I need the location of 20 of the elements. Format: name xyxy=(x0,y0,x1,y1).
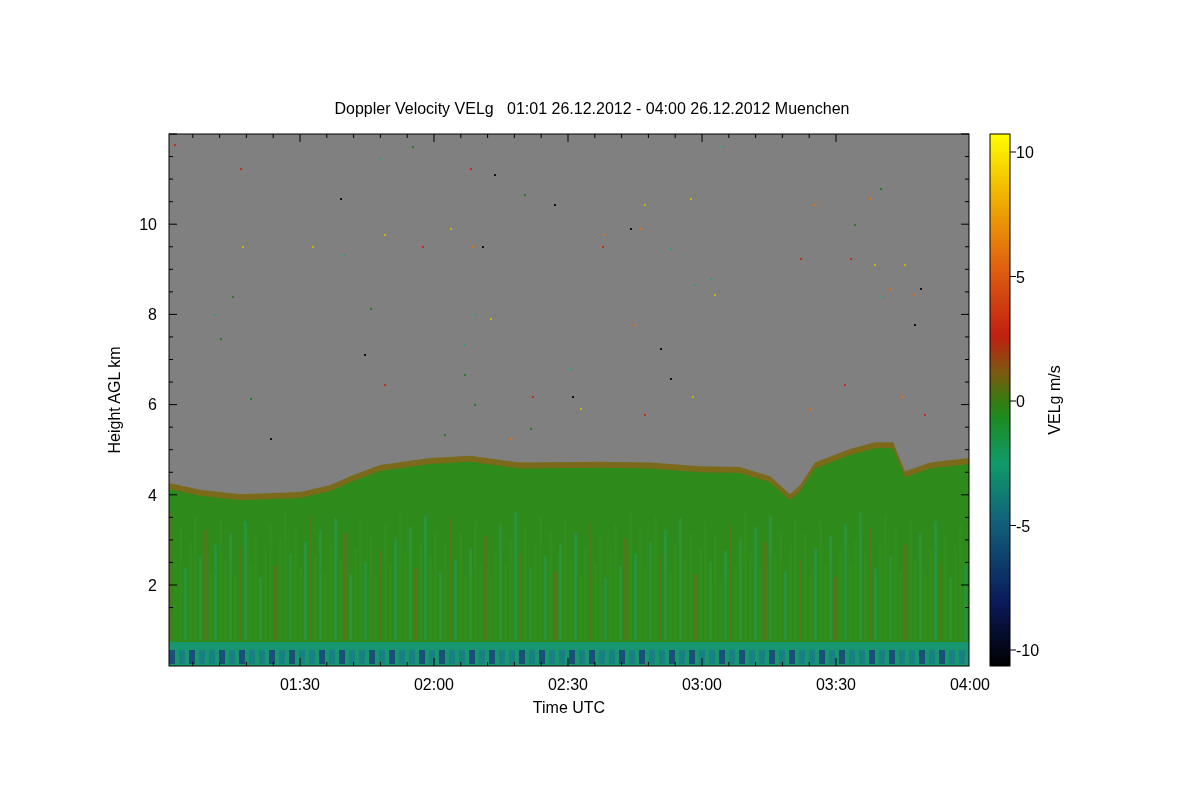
x-tick-label: 03:00 xyxy=(682,676,722,693)
x-tick-label: 04:00 xyxy=(950,676,990,693)
y-tick-label: 6 xyxy=(148,396,157,414)
colorbar-tick-label: -10 xyxy=(1016,642,1040,659)
colorbar-tick-label: 10 xyxy=(1016,144,1034,161)
colorbar-tick-label: 0 xyxy=(1016,393,1025,410)
colorbar-tick-label: 5 xyxy=(1016,268,1025,286)
y-tick-label: 2 xyxy=(148,576,157,594)
colorbar-tick-label: -5 xyxy=(1016,517,1031,535)
x-tick-label: 01:30 xyxy=(280,676,320,693)
colorbar-label: VELg m/s xyxy=(1046,365,1063,435)
x-tick-label: 02:00 xyxy=(414,676,454,693)
y-tick-label: 10 xyxy=(139,216,157,233)
y-tick-label: 8 xyxy=(148,306,157,324)
y-axis-label: Height AGL km xyxy=(106,346,123,454)
x-tick-label: 03:30 xyxy=(816,676,856,693)
plot-title: Doppler Velocity VELg 01:01 26.12.2012 - 04:00 26.12.2012 Muenchen xyxy=(334,100,850,117)
x-tick-label: 02:30 xyxy=(548,676,588,693)
y-tick-label: 4 xyxy=(148,486,157,504)
x-axis-label: Time UTC xyxy=(532,699,606,716)
